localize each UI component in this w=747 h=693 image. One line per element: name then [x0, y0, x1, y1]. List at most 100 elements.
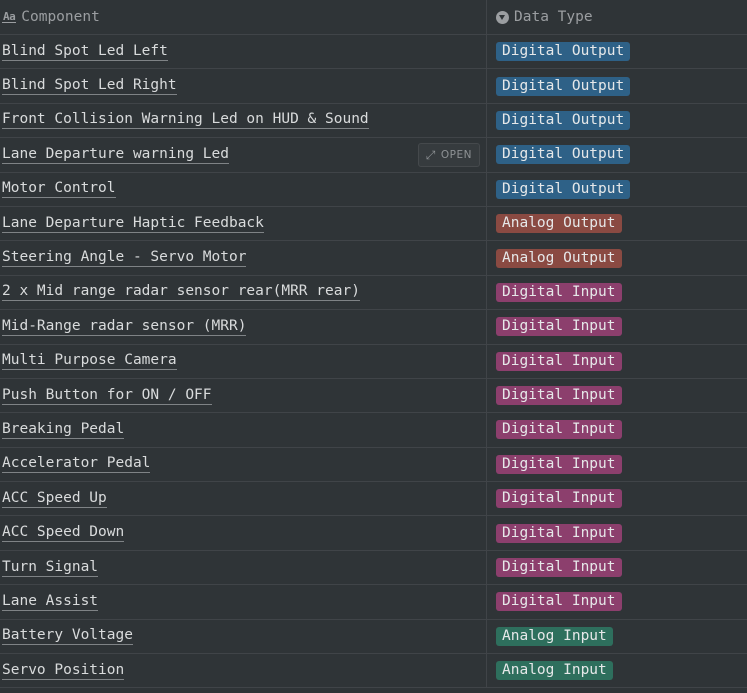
data-type-tag: Analog Input [496, 626, 613, 646]
data-type-cell[interactable]: Digital Input [487, 345, 747, 378]
component-cell[interactable]: ACC Speed Up [0, 482, 487, 516]
data-type-cell[interactable]: Digital Input [487, 516, 747, 549]
component-cell[interactable]: Lane Departure warning Led ⤢ OPEN [0, 138, 487, 172]
data-type-tag: Digital Input [496, 489, 622, 509]
data-type-cell[interactable]: Digital Input [487, 585, 747, 618]
table-row[interactable]: 2 x Mid range radar sensor rear(MRR rear… [0, 275, 747, 311]
component-cell[interactable]: ACC Speed Down [0, 516, 487, 550]
open-button-label: OPEN [440, 149, 472, 162]
component-cell[interactable]: Blind Spot Led Left [0, 35, 487, 69]
component-cell[interactable]: Push Button for ON / OFF [0, 378, 487, 413]
component-name[interactable]: Lane Assist [2, 593, 99, 611]
component-name[interactable]: Front Collision Warning Led on HUD & Sou… [2, 111, 369, 130]
data-type-tag: Digital Input [496, 592, 622, 612]
component-name[interactable]: Steering Angle - Servo Motor [2, 249, 247, 268]
component-cell[interactable]: Lane Departure Haptic Feedback [0, 206, 487, 241]
component-cell[interactable]: Motor Control [0, 172, 487, 206]
component-cell[interactable]: Lane Assist [0, 585, 487, 619]
select-property-icon [496, 10, 509, 24]
component-name[interactable]: Blind Spot Led Left [2, 43, 168, 61]
component-name[interactable]: ACC Speed Up [2, 490, 107, 508]
component-name[interactable]: Breaking Pedal [2, 421, 125, 439]
table-row[interactable]: ACC Speed Up Digital Input [0, 482, 747, 517]
table-row[interactable]: Multi Purpose Camera Digital Input [0, 344, 747, 379]
data-type-cell[interactable]: Digital Input [487, 551, 747, 584]
data-type-cell[interactable]: Digital Input [487, 276, 747, 309]
component-name[interactable]: Motor Control [2, 180, 116, 199]
component-name[interactable]: Battery Voltage [2, 627, 133, 646]
data-type-cell[interactable]: Analog Output [487, 207, 747, 240]
data-type-cell[interactable]: Digital Input [487, 310, 747, 343]
data-type-tag: Analog Output [496, 214, 622, 234]
data-type-tag: Digital Input [496, 523, 622, 543]
component-cell[interactable]: Blind Spot Led Right [0, 69, 487, 103]
data-type-tag: Digital Input [496, 454, 622, 474]
data-type-tag: Digital Input [496, 386, 622, 406]
data-type-tag: Digital Output [496, 179, 631, 199]
component-cell[interactable]: 2 x Mid range radar sensor rear(MRR rear… [0, 275, 487, 310]
data-type-tag: Analog Output [496, 248, 622, 268]
component-name[interactable]: Mid-Range radar sensor (MRR) [2, 318, 247, 336]
component-name[interactable]: Multi Purpose Camera [2, 352, 177, 371]
component-name[interactable]: Turn Signal [2, 559, 99, 577]
data-type-tag: Analog Input [496, 661, 613, 681]
data-type-cell[interactable]: Digital Input [487, 379, 747, 412]
table-row[interactable]: Blind Spot Led Left Digital Output [0, 35, 747, 70]
data-type-cell[interactable]: Analog Input [487, 654, 747, 687]
component-cell[interactable]: Turn Signal [0, 550, 487, 585]
table-row[interactable]: Turn Signal Digital Input [0, 550, 747, 586]
data-type-tag: Digital Input [496, 420, 622, 440]
table-row[interactable]: ACC Speed Down Digital Input [0, 516, 747, 551]
data-type-tag: Digital Output [496, 145, 631, 165]
table-body: Blind Spot Led Left Digital Output Blind S… [0, 35, 747, 689]
column-header-data-type[interactable]: Data Type [487, 0, 747, 34]
column-header-component[interactable]: Aa Component [0, 0, 487, 34]
table-row[interactable]: Lane Departure Haptic Feedback Analog Out… [0, 206, 747, 242]
component-name[interactable]: Accelerator Pedal [2, 455, 151, 474]
data-type-cell[interactable]: Digital Input [487, 482, 747, 515]
component-cell[interactable]: Mid-Range radar sensor (MRR) [0, 310, 487, 344]
table-row[interactable]: Breaking Pedal Digital Input [0, 413, 747, 448]
component-name[interactable]: Push Button for ON / OFF [2, 387, 212, 405]
table-row[interactable]: Motor Control Digital Output [0, 172, 747, 207]
table-row[interactable]: Lane Assist Digital Input [0, 585, 747, 620]
component-cell[interactable]: Breaking Pedal [0, 413, 487, 447]
table-row[interactable]: Mid-Range radar sensor (MRR) Digital Inpu… [0, 310, 747, 345]
component-cell[interactable]: Front Collision Warning Led on HUD & Sou… [0, 103, 487, 138]
data-type-cell[interactable]: Analog Input [487, 620, 747, 653]
data-type-cell[interactable]: Digital Input [487, 448, 747, 481]
data-type-cell[interactable]: Digital Output [487, 69, 747, 102]
component-cell[interactable]: Accelerator Pedal [0, 447, 487, 482]
table-row[interactable]: Front Collision Warning Led on HUD & Sou… [0, 103, 747, 139]
table-row[interactable]: Accelerator Pedal Digital Input [0, 447, 747, 483]
column-header-label: Component [21, 9, 100, 25]
data-type-tag: Digital Output [496, 110, 631, 130]
component-name[interactable]: Servo Position [2, 662, 125, 680]
open-page-button[interactable]: ⤢ OPEN [417, 143, 480, 168]
database-table: Aa Component Data Type Blind Spot Led Le… [0, 0, 747, 689]
data-type-cell[interactable]: Digital Output [487, 138, 747, 171]
component-cell[interactable]: Steering Angle - Servo Motor [0, 241, 487, 275]
data-type-tag: Digital Input [496, 558, 622, 578]
component-cell[interactable]: Servo Position [0, 654, 487, 688]
component-cell[interactable]: Battery Voltage [0, 619, 487, 654]
data-type-cell[interactable]: Digital Output [487, 173, 747, 206]
data-type-cell[interactable]: Analog Output [487, 241, 747, 274]
component-cell[interactable]: Multi Purpose Camera [0, 344, 487, 378]
data-type-cell[interactable]: Digital Input [487, 413, 747, 446]
table-row[interactable]: Lane Departure warning Led ⤢ OPEN Digital O… [0, 138, 747, 173]
component-name[interactable]: Lane Departure Haptic Feedback [2, 215, 264, 233]
data-type-cell[interactable]: Digital Output [487, 104, 747, 137]
column-header-label: Data Type [514, 9, 593, 25]
table-row[interactable]: Steering Angle - Servo Motor Analog Outpu… [0, 241, 747, 276]
table-row[interactable]: Push Button for ON / OFF Digital Input [0, 378, 747, 414]
component-name[interactable]: Lane Departure warning Led [2, 146, 229, 164]
table-row[interactable]: Battery Voltage Analog Input [0, 619, 747, 655]
component-name[interactable]: Blind Spot Led Right [2, 77, 177, 96]
data-type-cell[interactable]: Digital Output [487, 35, 747, 68]
table-row[interactable]: Servo Position Analog Input [0, 654, 747, 689]
table-row[interactable]: Blind Spot Led Right Digital Output [0, 69, 747, 104]
component-name[interactable]: 2 x Mid range radar sensor rear(MRR rear… [2, 283, 360, 302]
data-type-tag: Digital Output [496, 42, 631, 62]
component-name[interactable]: ACC Speed Down [2, 524, 125, 543]
